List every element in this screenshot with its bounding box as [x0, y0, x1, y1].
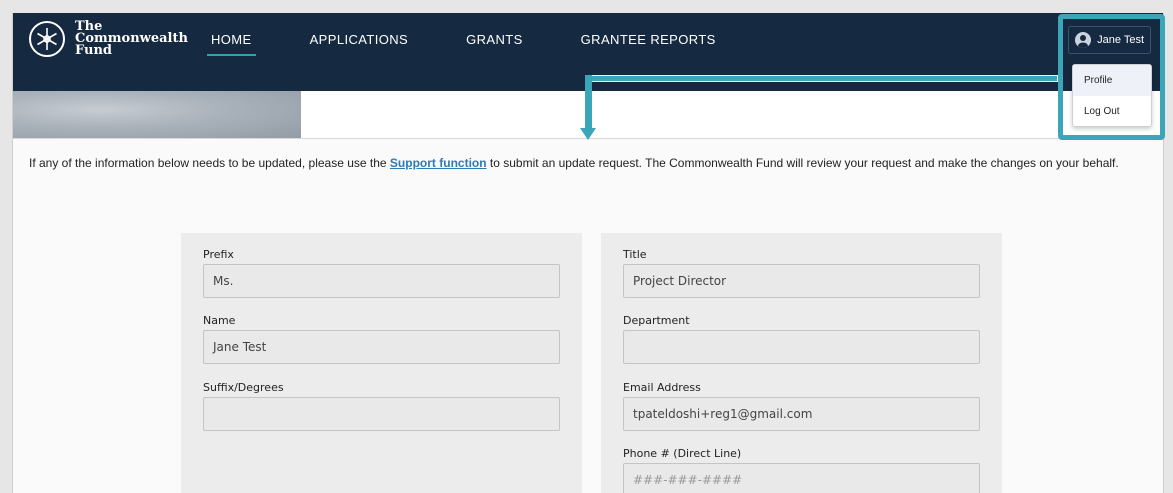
brand-logo[interactable]: The Commonwealth Fund: [29, 20, 188, 58]
brand-name: The Commonwealth Fund: [75, 20, 188, 58]
banner-image: [13, 91, 301, 138]
suffix-input[interactable]: [203, 397, 560, 431]
prefix-input[interactable]: Ms.: [203, 264, 560, 298]
phone-field: Phone # (Direct Line) ###-###-####: [623, 447, 980, 493]
phone-label: Phone # (Direct Line): [623, 447, 742, 460]
nav-item-applications[interactable]: APPLICATIONS: [310, 32, 408, 47]
department-label: Department: [623, 314, 690, 327]
phone-input[interactable]: ###-###-####: [623, 463, 980, 493]
highlight-callout-box: [1058, 14, 1165, 140]
nav-item-grantee-reports[interactable]: GRANTEE REPORTS: [581, 32, 716, 47]
update-notice: If any of the information below needs to…: [29, 156, 1119, 170]
snowflake-logo-icon: [29, 21, 65, 57]
callout-connector-vertical: [585, 75, 592, 132]
nav-item-home[interactable]: HOME: [207, 32, 256, 56]
email-label: Email Address: [623, 381, 701, 394]
nav-item-grants[interactable]: GRANTS: [466, 32, 523, 47]
profile-left-column: Prefix Ms. Name Jane Test Suffix/Degrees: [181, 233, 582, 493]
profile-content: If any of the information below needs to…: [13, 138, 1163, 493]
suffix-label: Suffix/Degrees: [203, 381, 284, 394]
department-field: Department: [623, 314, 980, 364]
title-field: Title Project Director: [623, 248, 980, 298]
title-label: Title: [623, 248, 647, 261]
email-input[interactable]: tpateldoshi+reg1@gmail.com: [623, 397, 980, 431]
prefix-label: Prefix: [203, 248, 234, 261]
brand-line-3: Fund: [75, 43, 112, 58]
email-field: Email Address tpateldoshi+reg1@gmail.com: [623, 381, 980, 431]
support-function-link[interactable]: Support function: [390, 156, 487, 170]
name-input[interactable]: Jane Test: [203, 330, 560, 364]
notice-text-before: If any of the information below needs to…: [29, 156, 390, 170]
name-field: Name Jane Test: [203, 314, 560, 364]
name-label: Name: [203, 314, 236, 327]
callout-connector-horizontal: [585, 75, 1058, 82]
notice-text-after: to submit an update request. The Commonw…: [486, 156, 1119, 170]
prefix-field: Prefix Ms.: [203, 248, 560, 298]
profile-right-column: Title Project Director Department Email …: [601, 233, 1002, 493]
department-input[interactable]: [623, 330, 980, 364]
suffix-field: Suffix/Degrees: [203, 381, 560, 431]
callout-arrow-down-icon: [580, 128, 596, 140]
title-input[interactable]: Project Director: [623, 264, 980, 298]
main-nav: HOME APPLICATIONS GRANTS GRANTEE REPORTS: [207, 32, 774, 56]
